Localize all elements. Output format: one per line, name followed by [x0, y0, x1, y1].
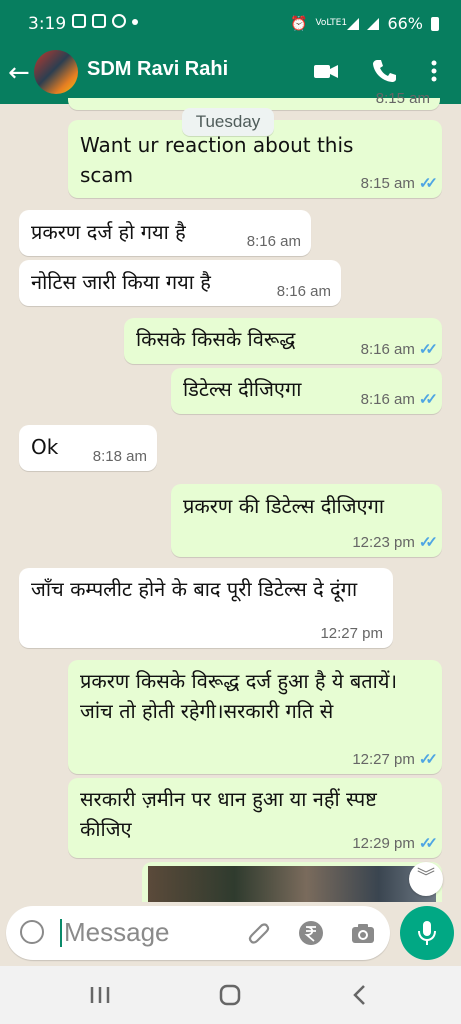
- contact-name[interactable]: SDM Ravi Rahi: [87, 58, 228, 81]
- message-meta: 8:15 am ✓✓: [360, 174, 438, 193]
- read-receipt-icon: ✓✓: [418, 534, 438, 551]
- voice-message-button[interactable]: [400, 906, 454, 960]
- chat-notification-icon: [112, 14, 126, 28]
- image-message[interactable]: [142, 862, 442, 902]
- double-chevron-down-icon: ︾: [417, 867, 435, 888]
- avatar[interactable]: [34, 50, 78, 94]
- message-bubble[interactable]: प्रकरण की डिटेल्स दीजिएगा 12:23 pm ✓✓: [171, 484, 442, 557]
- video-call-icon[interactable]: [311, 56, 341, 86]
- system-nav-bar: [0, 966, 461, 1024]
- date-chip: Tuesday: [182, 108, 274, 136]
- message-meta: 12:27 pm: [320, 625, 383, 642]
- message-meta: 8:16 am ✓✓: [360, 390, 438, 409]
- message-text: डिटेल्स दीजिएगा: [183, 377, 302, 401]
- message-text: प्रकरण की डिटेल्स दीजिएगा: [183, 494, 385, 518]
- message-input-bar[interactable]: Message: [6, 906, 390, 960]
- signal-2-icon: [367, 17, 380, 30]
- message-bubble[interactable]: नोटिस जारी किया गया है 8:16 am: [19, 260, 341, 306]
- message-text: नोटिस जारी किया गया है: [31, 270, 211, 294]
- battery-percent: 66%: [387, 14, 423, 33]
- message-text: प्रकरण किसके विरूद्ध दर्ज हुआ है ये बताय…: [80, 669, 398, 723]
- message-meta: 8:16 am ✓✓: [360, 340, 438, 359]
- scroll-to-bottom-button[interactable]: ︾: [409, 862, 443, 896]
- back-arrow-icon[interactable]: ←: [8, 60, 30, 86]
- rupee-payment-icon[interactable]: [298, 920, 324, 946]
- message-bubble[interactable]: डिटेल्स दीजिएगा 8:16 am ✓✓: [171, 368, 442, 414]
- more-options-icon[interactable]: [419, 56, 449, 86]
- message-bubble[interactable]: सरकारी ज़मीन पर धान हुआ या नहीं स्पष्ट क…: [68, 778, 442, 858]
- message-meta: 8:18 am: [92, 448, 147, 465]
- status-bar: 3:19 ⏰ VoLTE1 66%: [0, 0, 461, 46]
- message-text: जाँच कम्पलीट होने के बाद पूरी डिटेल्स दे…: [31, 577, 358, 601]
- read-receipt-icon: ✓✓: [418, 341, 438, 358]
- read-receipt-icon: ✓✓: [418, 391, 438, 408]
- attach-icon[interactable]: [246, 920, 272, 946]
- notification-icons: [72, 14, 138, 28]
- message-meta: 12:27 pm ✓✓: [352, 750, 438, 769]
- message-time: 8:15 am: [375, 90, 430, 107]
- image-thumbnail[interactable]: [148, 866, 436, 902]
- alarm-icon: ⏰: [290, 15, 308, 32]
- read-receipt-icon: ✓✓: [418, 835, 438, 852]
- voice-call-icon[interactable]: [369, 56, 399, 86]
- message-bubble[interactable]: प्रकरण दर्ज हो गया है 8:16 am: [19, 210, 311, 256]
- message-bubble[interactable]: जाँच कम्पलीट होने के बाद पूरी डिटेल्स दे…: [19, 568, 393, 648]
- caption-notification-icon: [92, 14, 106, 28]
- gallery-notification-icon: [72, 14, 86, 28]
- home-icon[interactable]: [218, 984, 242, 1006]
- signal-icon: [347, 17, 360, 30]
- message-text: किसके किसके विरूद्ध: [136, 327, 296, 351]
- microphone-icon: [418, 921, 436, 945]
- back-nav-icon[interactable]: [348, 984, 372, 1006]
- recent-apps-icon[interactable]: [88, 984, 112, 1006]
- read-receipt-icon: ✓✓: [418, 175, 438, 192]
- more-notifications-dot-icon: [132, 19, 138, 25]
- emoji-icon[interactable]: [20, 920, 44, 944]
- message-bubble[interactable]: किसके किसके विरूद्ध 8:16 am ✓✓: [124, 318, 442, 364]
- message-meta: 8:16 am: [246, 233, 301, 250]
- message-meta: 12:23 pm ✓✓: [352, 533, 438, 552]
- read-receipt-icon: ✓✓: [418, 751, 438, 768]
- camera-icon[interactable]: [350, 920, 376, 946]
- text-cursor: [60, 919, 62, 947]
- message-text: Ok: [31, 435, 59, 459]
- message-bubble[interactable]: Ok 8:18 am: [19, 425, 157, 471]
- battery-icon: [431, 16, 439, 31]
- message-input[interactable]: Message: [64, 917, 170, 948]
- status-time: 3:19: [28, 14, 67, 34]
- message-text: Want ur reaction about this scam: [80, 133, 354, 187]
- message-meta: 12:29 pm ✓✓: [352, 834, 438, 853]
- message-bubble[interactable]: प्रकरण किसके विरूद्ध दर्ज हुआ है ये बताय…: [68, 660, 442, 774]
- volte-label: VoLTE1: [315, 18, 348, 28]
- message-meta: 8:16 am: [276, 283, 331, 300]
- message-text: प्रकरण दर्ज हो गया है: [31, 220, 186, 244]
